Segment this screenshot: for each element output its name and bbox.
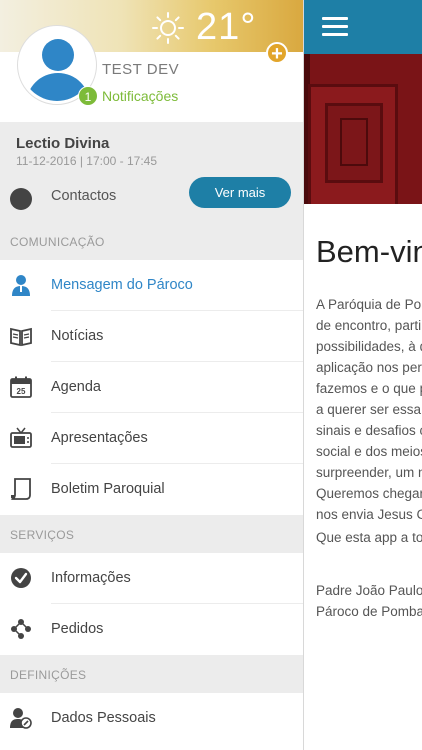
sidebar-item-label: Informações xyxy=(51,570,131,586)
document-icon xyxy=(10,478,31,500)
sidebar-item-label: Agenda xyxy=(51,379,101,395)
user-edit-icon xyxy=(10,708,32,729)
phone-icon xyxy=(10,188,32,210)
text-line: aplicação nos per xyxy=(316,360,422,375)
signature: Padre João Paulo Pároco de Pomba xyxy=(316,580,422,622)
sidebar-item-label: Dados Pessoais xyxy=(51,710,156,726)
sidebar-item-dados-pessoais[interactable]: Dados Pessoais xyxy=(0,693,303,744)
sidebar-item-label: Mensagem do Pároco xyxy=(51,277,193,293)
add-button[interactable]: + xyxy=(266,42,288,65)
section-comunicacao: COMUNICAÇÃO xyxy=(0,222,303,260)
text-line: nos envia Jesus C xyxy=(316,507,422,522)
hero-image xyxy=(304,54,422,204)
calendar-icon: 25 xyxy=(10,376,32,398)
welcome-text: A Paróquia de Pom de encontro, parti pos… xyxy=(316,294,422,525)
priest-icon xyxy=(12,275,30,296)
sidebar-item-label: Notícias xyxy=(51,328,104,344)
top-bar xyxy=(304,0,422,54)
text-line: social e dos meios xyxy=(316,444,422,459)
temperature: 21° xyxy=(196,6,257,48)
text-line: possibilidades, à d xyxy=(316,339,422,354)
event-title: Lectio Divina xyxy=(16,135,110,152)
text-line: A Paróquia de Pom xyxy=(316,297,422,312)
section-label: DEFINIÇÕES xyxy=(10,668,87,682)
text-line: fazemos e o que p xyxy=(316,381,422,396)
drawer-header: 21° + 1 TEST DEV Notificações xyxy=(0,0,303,122)
main-content: Bem-vin A Paróquia de Pom de encontro, p… xyxy=(304,0,422,750)
sidebar-item-agenda[interactable]: 25 Agenda xyxy=(0,362,303,413)
sidebar-item-noticias[interactable]: Notícias xyxy=(0,311,303,362)
hamburger-menu-icon[interactable] xyxy=(322,17,348,37)
tv-icon xyxy=(10,427,32,448)
text-line: de encontro, parti xyxy=(316,318,422,333)
username: TEST DEV xyxy=(102,61,180,78)
sidebar-item-boletim[interactable]: Boletim Paroquial xyxy=(0,464,303,515)
closing-text: Que esta app a to xyxy=(316,530,422,545)
sidebar-item-label: Contactos xyxy=(51,188,117,204)
event-datetime: 11-12-2016 | 17:00 - 17:45 xyxy=(16,154,157,168)
sidebar-item-label: Apresentações xyxy=(51,430,148,446)
section-label: COMUNICAÇÃO xyxy=(10,235,105,249)
signature-name: Padre João Paulo xyxy=(316,583,422,598)
signature-role: Pároco de Pomba xyxy=(316,604,422,619)
text-line: surpreender, um n xyxy=(316,465,422,480)
sidebar-item-pedidos[interactable]: Pedidos xyxy=(0,604,303,655)
welcome-title: Bem-vin xyxy=(316,234,422,269)
sidebar-item-label: Boletim Paroquial xyxy=(51,481,165,497)
section-definicoes: DEFINIÇÕES xyxy=(0,655,303,693)
calendar-day: 25 xyxy=(17,387,26,396)
sun-icon xyxy=(152,12,184,44)
text-line: Queremos chegar xyxy=(316,486,422,501)
section-label: SERVIÇOS xyxy=(10,528,75,542)
sidebar-item-label: Pedidos xyxy=(51,621,104,637)
ver-mais-button[interactable]: Ver mais xyxy=(189,177,291,208)
share-icon xyxy=(11,619,31,639)
text-line: sinais e desafios c xyxy=(316,423,422,438)
sidebar-item-informacoes[interactable]: Informações xyxy=(0,553,303,604)
notifications-link[interactable]: Notificações xyxy=(102,88,178,104)
section-servicos: SERVIÇOS xyxy=(0,515,303,553)
notification-badge: 1 xyxy=(78,86,98,106)
sidebar-item-apresentacoes[interactable]: Apresentações xyxy=(0,413,303,464)
check-circle-icon xyxy=(11,568,31,588)
side-drawer: 21° + 1 TEST DEV Notificações Lectio Div… xyxy=(0,0,304,750)
sidebar-item-mensagem[interactable]: Mensagem do Pároco xyxy=(0,260,303,311)
text-line: a querer ser essa xyxy=(316,402,422,417)
newspaper-icon xyxy=(10,327,32,347)
